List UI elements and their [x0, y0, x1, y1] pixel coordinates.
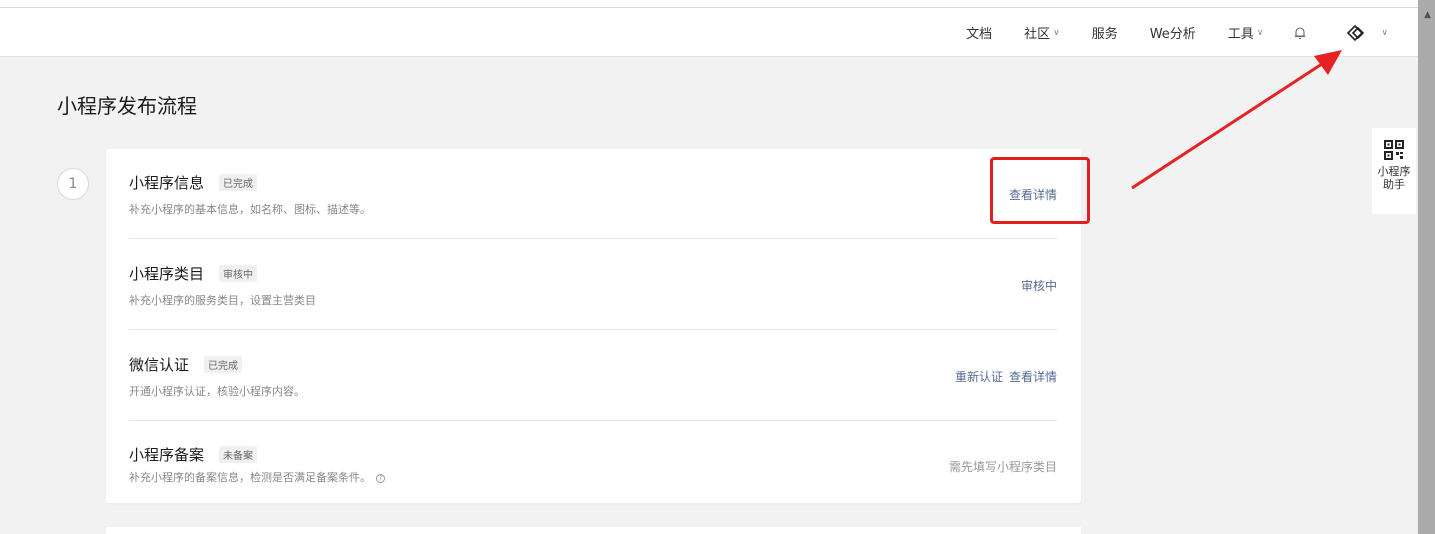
- row-description: 补充小程序的备案信息，检测是否满足备案条件。?: [129, 469, 385, 485]
- next-step-card: [106, 527, 1081, 534]
- account-menu[interactable]: ∨: [1345, 23, 1388, 43]
- publish-steps-card: 小程序信息 已完成 补充小程序的基本信息，如名称、图标、描述等。 查看详情 小程…: [106, 149, 1081, 503]
- avatar-logo-icon: [1347, 24, 1365, 41]
- browser-bookmark-strip: [0, 0, 1418, 8]
- row-description: 开通小程序认证，核验小程序内容。: [129, 385, 305, 398]
- view-details-link[interactable]: 查看详情: [1009, 368, 1057, 385]
- reverify-link[interactable]: 重新认证: [955, 368, 1003, 385]
- help-icon[interactable]: ?: [376, 474, 385, 483]
- step-row-info: 小程序信息 已完成 补充小程序的基本信息，如名称、图标、描述等。 查看详情: [129, 149, 1057, 239]
- scrollbar[interactable]: ▲: [1418, 0, 1435, 534]
- nav-community[interactable]: 社区 ∨: [1024, 23, 1060, 42]
- step-number: 1: [57, 168, 89, 200]
- view-details-link[interactable]: 查看详情: [1009, 186, 1057, 203]
- filing-prerequisite-note: 需先填写小程序类目: [948, 460, 1057, 474]
- step-row-wechat-verification: 微信认证 已完成 开通小程序认证，核验小程序内容。 重新认证 查看详情: [129, 330, 1057, 421]
- row-title: 小程序信息: [129, 174, 205, 192]
- status-badge: 未备案: [219, 446, 257, 463]
- widget-label: 小程序 助手: [1377, 165, 1411, 191]
- qr-code-icon: [1384, 140, 1404, 160]
- nav-we-analytics[interactable]: We分析: [1150, 23, 1196, 42]
- under-review-link[interactable]: 审核中: [1021, 277, 1057, 294]
- top-nav: 文档 社区 ∨ 服务 We分析 工具 ∨ ∨: [934, 8, 1388, 57]
- chevron-down-icon: ∨: [1256, 27, 1264, 38]
- row-description: 补充小程序的服务类目，设置主营类目: [129, 294, 316, 307]
- page-title: 小程序发布流程: [57, 94, 197, 118]
- nav-services[interactable]: 服务: [1092, 23, 1118, 42]
- status-badge: 审核中: [219, 265, 257, 282]
- bell-icon[interactable]: [1293, 26, 1307, 40]
- row-title: 微信认证: [129, 356, 190, 374]
- scroll-up-arrow-icon[interactable]: ▲: [1424, 10, 1431, 20]
- step-row-filing: 小程序备案 未备案 补充小程序的备案信息，检测是否满足备案条件。? 需先填写小程…: [129, 421, 1057, 503]
- step-row-category: 小程序类目 审核中 补充小程序的服务类目，设置主营类目 审核中: [129, 239, 1057, 330]
- status-badge: 已完成: [204, 356, 242, 373]
- chevron-down-icon: ∨: [1053, 27, 1060, 38]
- miniprogram-assistant-widget[interactable]: 小程序 助手: [1372, 128, 1416, 214]
- top-header: 文档 社区 ∨ 服务 We分析 工具 ∨ ∨: [0, 8, 1418, 57]
- chevron-down-icon: ∨: [1381, 27, 1388, 38]
- status-badge: 已完成: [219, 174, 257, 191]
- row-title: 小程序备案: [129, 446, 205, 464]
- row-title: 小程序类目: [129, 265, 205, 283]
- row-description: 补充小程序的基本信息，如名称、图标、描述等。: [129, 203, 371, 216]
- nav-tools[interactable]: 工具 ∨: [1228, 23, 1264, 42]
- nav-docs[interactable]: 文档: [966, 23, 992, 42]
